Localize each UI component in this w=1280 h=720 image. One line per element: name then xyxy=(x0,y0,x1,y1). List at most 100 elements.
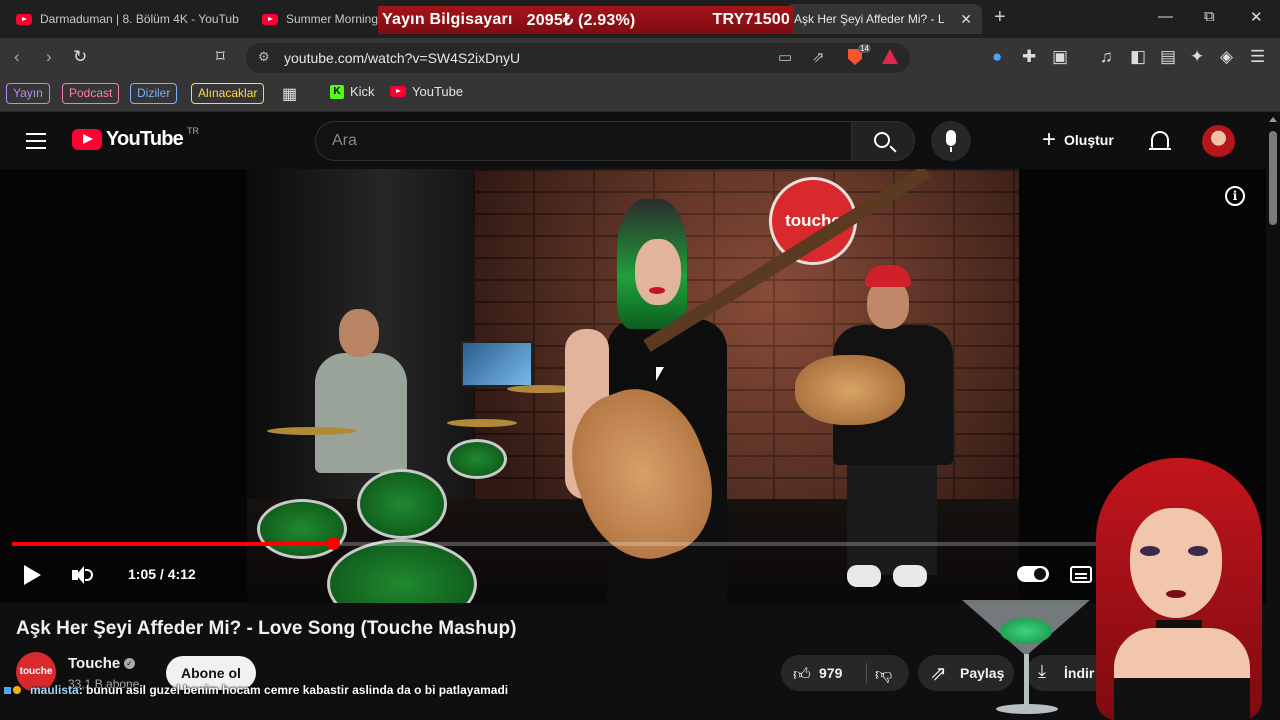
share-icon: ⇗ xyxy=(930,663,947,685)
browser-tab-active[interactable]: Aşk Her Şeyi Affeder Mi? - Lo ✕ xyxy=(786,4,982,34)
video-title: Aşk Her Şeyi Affeder Mi? - Love Song (To… xyxy=(16,618,517,639)
extensions-icon[interactable]: ✚ xyxy=(1022,47,1036,67)
cymbal xyxy=(267,427,357,435)
ticker-price: TRY71500 xyxy=(712,11,790,28)
bookmark-icon[interactable]: ⌑ xyxy=(216,47,225,67)
studio-monitor xyxy=(461,341,533,387)
drum xyxy=(447,439,507,479)
chat-username: maulista xyxy=(30,683,79,697)
youtube-favicon-icon xyxy=(16,13,32,25)
microphone-icon xyxy=(946,130,956,146)
youtube-header: YouTube TR Ara + Oluştur xyxy=(0,113,1266,169)
browser-toolbar: ‹ › ↻ ⌑ ⚙ youtube.com/watch?v=SW4S2ixDny… xyxy=(0,38,1280,78)
autoplay-toggle[interactable] xyxy=(1017,566,1049,582)
vpn-shield-icon[interactable]: ◈ xyxy=(1220,47,1233,67)
search-input[interactable]: Ara xyxy=(315,121,852,161)
apps-grid-icon[interactable]: ▦ xyxy=(282,84,297,104)
page-scrollbar[interactable] xyxy=(1266,113,1280,720)
search-icon xyxy=(874,132,890,148)
bookmark-folder-diziler[interactable]: Diziler xyxy=(130,83,178,104)
close-tab-icon[interactable]: ✕ xyxy=(960,11,972,28)
minimize-button[interactable]: — xyxy=(1158,8,1173,25)
country-code: TR xyxy=(186,126,199,136)
acoustic-guitar xyxy=(795,355,905,425)
youtube-wordmark: YouTube xyxy=(106,128,184,150)
plus-icon: + xyxy=(1042,126,1057,153)
volume-icon[interactable] xyxy=(72,566,93,584)
mouse-cursor-icon xyxy=(656,367,664,381)
guitarist xyxy=(807,265,957,603)
menu-icon[interactable]: ☰ xyxy=(1250,47,1265,67)
media-icon[interactable]: ♫ xyxy=(1100,47,1113,67)
browser-tab[interactable]: Darmaduman | 8. Bölüm 4K - YouTub xyxy=(6,4,242,34)
cast-icon[interactable]: ▭ xyxy=(778,48,792,66)
brave-rewards-icon[interactable] xyxy=(882,49,898,64)
voice-search-button[interactable] xyxy=(931,121,971,161)
bookmark-folder-podcast[interactable]: Podcast xyxy=(62,83,120,104)
scrubber-handle[interactable] xyxy=(326,537,340,550)
bookmarks-bar: Yayın Podcast Diziler Alınacaklar ▦ K Ki… xyxy=(0,78,1280,112)
info-icon[interactable]: i xyxy=(1225,186,1245,206)
sidebar-icon[interactable]: ◧ xyxy=(1130,47,1146,67)
scroll-up-arrow-icon[interactable] xyxy=(1269,117,1277,122)
cymbal xyxy=(447,419,517,427)
chat-text: : bunun asil guzel benim hocam cemre kab… xyxy=(78,683,509,697)
youtube-play-logo-icon xyxy=(72,129,102,150)
like-count[interactable]: 979 xyxy=(819,665,842,681)
youtube-favicon-icon xyxy=(262,13,278,25)
verified-badge-icon: ✓ xyxy=(124,658,135,669)
channel-name[interactable]: Touche xyxy=(68,655,120,672)
new-tab-button[interactable]: + xyxy=(994,6,1006,29)
ticker-label: Yayın Bilgisayarı xyxy=(382,11,513,28)
leo-ai-icon[interactable]: ✦ xyxy=(1190,47,1204,67)
search-button[interactable] xyxy=(851,121,915,161)
reload-icon[interactable]: ↻ xyxy=(73,47,87,67)
like-icon[interactable]: 👍︎ xyxy=(793,664,811,685)
bookmark-kick[interactable]: K Kick xyxy=(330,84,375,99)
ticker-change: 2095₺ (2.93%) xyxy=(526,12,636,29)
kick-icon: K xyxy=(330,84,344,99)
vtuber-avatar-overlay xyxy=(1090,458,1266,720)
create-button[interactable]: + Oluştur xyxy=(1042,126,1114,153)
progress-bar[interactable] xyxy=(12,537,1255,550)
bookmark-folder-alinacaklar[interactable]: Alınacaklar xyxy=(191,83,265,104)
time-display: 1:05 / 4:12 xyxy=(128,566,196,582)
close-window-button[interactable]: ✕ xyxy=(1250,8,1263,26)
vpn-icon[interactable]: ● xyxy=(992,47,1002,67)
subtitles-icon[interactable] xyxy=(1070,566,1092,583)
scrollbar-thumb[interactable] xyxy=(1269,131,1277,225)
share-page-icon[interactable]: ⇗ xyxy=(812,48,825,66)
youtube-logo[interactable]: YouTube TR xyxy=(72,126,199,151)
tab-title: Aşk Her Şeyi Affeder Mi? - Lo xyxy=(794,12,945,26)
martini-glass-overlay xyxy=(962,596,1092,720)
create-label: Oluştur xyxy=(1064,132,1114,148)
account-avatar[interactable] xyxy=(1202,125,1235,158)
url-text[interactable]: youtube.com/watch?v=SW4S2ixDnyU xyxy=(284,50,520,66)
dislike-icon[interactable]: 👎︎ xyxy=(875,664,892,685)
play-icon[interactable] xyxy=(24,565,41,585)
chat-message: maulista: bunun asil guzel benim hocam c… xyxy=(4,681,604,699)
like-dislike-group: 👍︎ 979 👎︎ xyxy=(781,655,909,691)
bookmark-folder-yayin[interactable]: Yayın xyxy=(6,83,50,104)
bookmark-label: Kick xyxy=(350,84,375,99)
address-bar[interactable]: ⚙ youtube.com/watch?v=SW4S2ixDnyU ▭ ⇗ xyxy=(246,43,910,73)
screenshot-icon[interactable]: ▣ xyxy=(1052,47,1068,67)
tab-title: Summer Morning xyxy=(286,12,379,26)
video-player[interactable]: touche xyxy=(0,169,1266,603)
drum xyxy=(357,469,447,539)
wallet-icon[interactable]: ▤ xyxy=(1160,47,1176,67)
bookmark-label: YouTube xyxy=(412,84,464,99)
shields-count-badge: 14 xyxy=(858,44,871,53)
browser-tab[interactable]: Summer Morning xyxy=(252,4,380,34)
back-icon[interactable]: ‹ xyxy=(14,47,20,67)
notifications-bell-icon[interactable] xyxy=(1149,131,1171,150)
restore-button[interactable]: ⧉ xyxy=(1204,8,1215,25)
guide-menu-icon[interactable] xyxy=(26,133,46,149)
youtube-icon xyxy=(390,86,406,97)
chat-badges-icon xyxy=(4,681,30,699)
forward-icon[interactable]: › xyxy=(46,47,52,67)
video-frame: touche xyxy=(247,169,1019,603)
bookmark-youtube[interactable]: YouTube xyxy=(390,84,463,99)
progress-played xyxy=(12,542,333,546)
site-settings-icon[interactable]: ⚙ xyxy=(258,49,270,65)
